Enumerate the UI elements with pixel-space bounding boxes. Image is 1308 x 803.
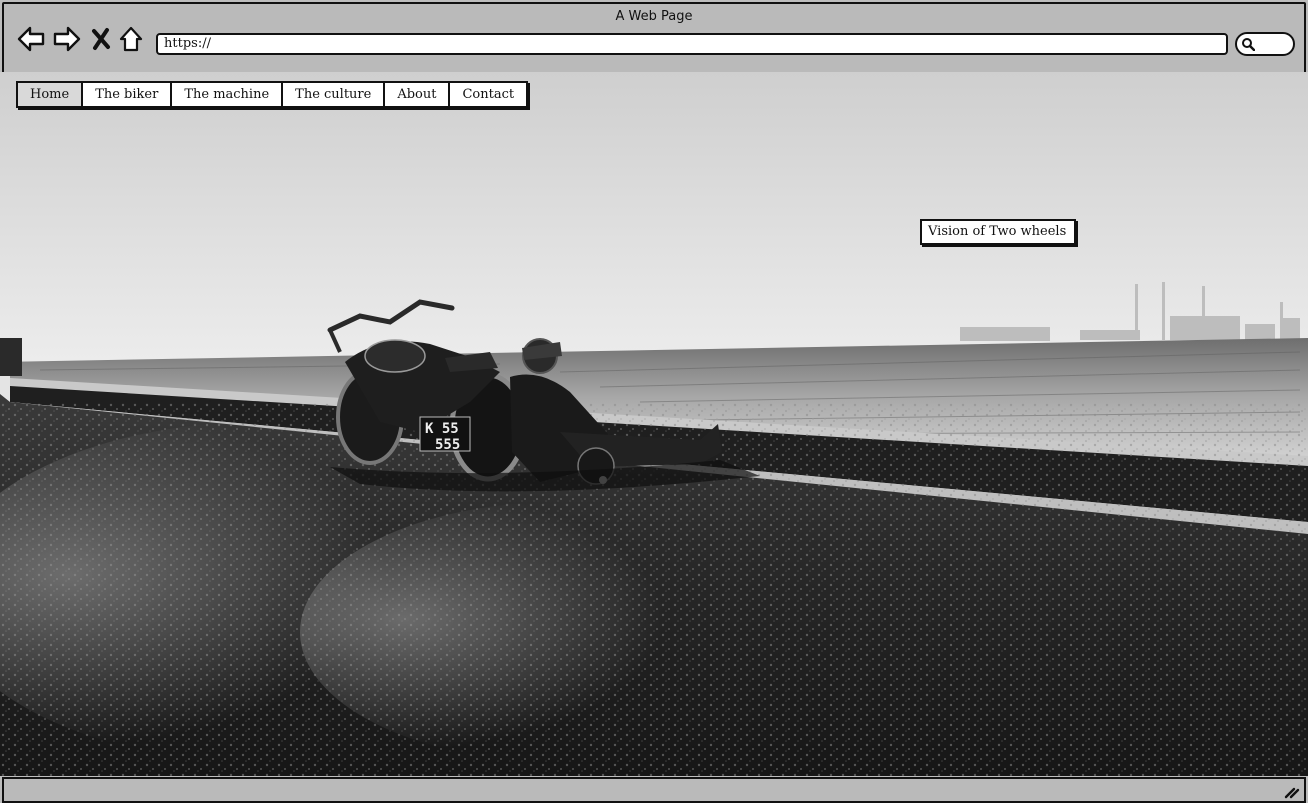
close-x-icon[interactable]	[90, 24, 112, 54]
page-content: K 55 555 Home The biker The machine The …	[0, 72, 1308, 776]
license-plate-line1: K 55	[425, 421, 459, 437]
license-plate-line2: 555	[435, 437, 460, 453]
back-arrow-icon[interactable]	[16, 24, 46, 54]
status-bar	[2, 777, 1306, 803]
browser-toolbar: A Web Page https://	[2, 2, 1306, 74]
nav-about[interactable]: About	[385, 83, 451, 106]
search-field[interactable]	[1235, 32, 1295, 56]
nav-home[interactable]: Home	[18, 83, 84, 106]
main-nav-menu: Home The biker The machine The culture A…	[16, 81, 529, 108]
resize-grip-icon[interactable]	[1284, 783, 1300, 799]
nav-the-biker[interactable]: The biker	[83, 83, 173, 106]
window-title: A Web Page	[615, 9, 693, 24]
hero-photo: K 55 555	[0, 72, 1308, 776]
nav-the-machine[interactable]: The machine	[172, 83, 284, 106]
nav-the-culture[interactable]: The culture	[283, 83, 386, 106]
address-bar[interactable]: https://	[156, 33, 1228, 55]
forward-arrow-icon[interactable]	[52, 24, 82, 54]
home-icon[interactable]	[118, 24, 144, 54]
hero-caption: Vision of Two wheels	[920, 219, 1076, 245]
nav-contact[interactable]: Contact	[450, 83, 527, 106]
search-icon	[1242, 38, 1255, 51]
